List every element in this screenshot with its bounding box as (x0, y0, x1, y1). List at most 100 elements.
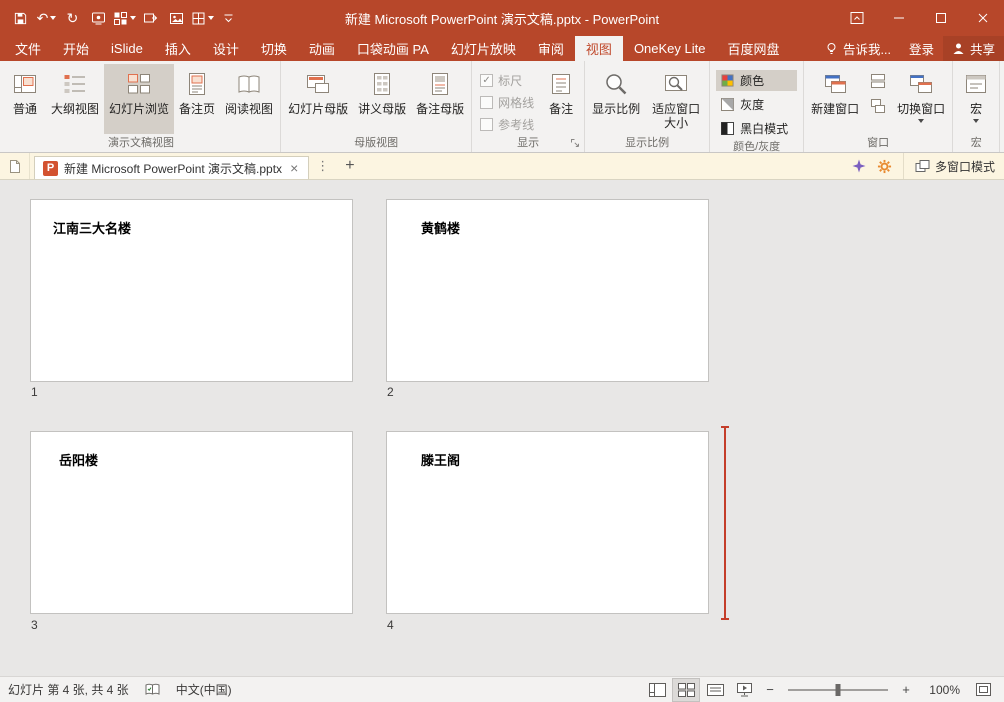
slide-title: 江南三大名楼 (53, 221, 131, 236)
slide-title: 滕王阁 (409, 450, 460, 469)
reading-view-icon (707, 683, 724, 697)
switch-windows-button[interactable]: 切换窗口 (892, 64, 950, 134)
group-label: 显示 (474, 135, 582, 152)
tab-close-button[interactable]: × (288, 160, 300, 176)
maximize-button[interactable] (920, 0, 962, 36)
new-tab-button[interactable]: + (336, 153, 363, 179)
tab-baidu-netdisk[interactable]: 百度网盘 (716, 36, 790, 61)
color-option-button[interactable]: 颜色 (716, 70, 797, 91)
gridlines-checkbox[interactable]: 网格线 (480, 94, 534, 111)
tab-transitions[interactable]: 切换 (250, 36, 298, 61)
tab-insert[interactable]: 插入 (154, 36, 202, 61)
addin-sparkle-button[interactable] (852, 159, 866, 173)
slide-show-toggle[interactable] (731, 679, 757, 701)
addin-image-button[interactable] (165, 5, 188, 31)
customize-qat-button[interactable] (217, 5, 240, 31)
slide-thumbnail-2[interactable]: 黄鹤楼 (386, 199, 709, 382)
group-color-grayscale: 颜色 灰度 黑白模式 颜色/灰度 (710, 61, 804, 152)
group-show: ✓标尺 网格线 参考线 备注 显示 (472, 61, 585, 152)
tab-onekey-lite[interactable]: OneKey Lite (623, 36, 717, 61)
switch-windows-icon (908, 69, 934, 99)
slide-thumbnail-1[interactable]: 江南三大名楼 (30, 199, 353, 382)
reading-view-button[interactable]: 阅读视图 (220, 64, 278, 134)
tab-pocket-animation[interactable]: 口袋动画 PA (346, 36, 440, 61)
button-label: 阅读视图 (225, 102, 273, 116)
tab-slide-show[interactable]: 幻灯片放映 (440, 36, 527, 61)
save-button[interactable] (9, 5, 32, 31)
multi-window-mode-button[interactable]: 多窗口模式 (903, 153, 995, 179)
macros-button[interactable]: 宏 (955, 64, 997, 134)
show-checkboxes: ✓标尺 网格线 参考线 (474, 63, 540, 135)
arrange-all-button[interactable] (867, 71, 889, 91)
language-indicator[interactable]: 中文(中国) (176, 681, 232, 698)
slide-thumbnail-3[interactable]: 岳阳楼 (30, 431, 353, 614)
macros-icon (963, 69, 989, 99)
minimize-button[interactable] (878, 0, 920, 36)
zoom-slider-thumb[interactable] (836, 684, 841, 696)
normal-view-toggle[interactable] (644, 679, 670, 701)
addin-layout-button[interactable] (191, 5, 214, 31)
button-label: 幻灯片母版 (288, 102, 348, 116)
slide-sorter-toggle[interactable] (673, 679, 699, 701)
tab-view[interactable]: 视图 (575, 36, 623, 61)
addin-grid-button[interactable] (113, 5, 136, 31)
dialog-launcher-button[interactable] (568, 136, 582, 150)
cascade-button[interactable] (867, 96, 889, 116)
zoom-slider[interactable] (788, 689, 888, 691)
undo-button[interactable]: ↶ (35, 5, 58, 31)
tab-settings-button[interactable] (877, 159, 892, 174)
fit-slide-to-window-button[interactable] (970, 679, 996, 701)
screen-record-icon (91, 11, 106, 26)
redo-button[interactable]: ↻ (61, 5, 84, 31)
fit-window-icon (976, 683, 991, 696)
option-label: 灰度 (740, 96, 764, 113)
reading-view-toggle[interactable] (702, 679, 728, 701)
zoom-button[interactable]: 显示比例 (587, 64, 645, 134)
button-label: 显示比例 (592, 102, 640, 116)
slide-number: 1 (31, 385, 38, 399)
fit-window-icon (663, 69, 689, 99)
tabbar-right: 多窗口模式 (852, 153, 1004, 179)
powerpoint-window: ↶ ↻ 新建 Microsoft PowerPoint 演示文稿.pptx - … (0, 0, 1004, 702)
new-window-button[interactable]: 新建窗口 (806, 64, 864, 134)
zoom-level[interactable]: 100% (924, 683, 960, 697)
addin-record-button[interactable] (87, 5, 110, 31)
notes-page-button[interactable]: 备注页 (174, 64, 220, 134)
handout-master-button[interactable]: 讲义母版 (353, 64, 411, 134)
slide-master-button[interactable]: 幻灯片母版 (283, 64, 353, 134)
addin-export-button[interactable] (139, 5, 162, 31)
tell-me-button[interactable]: 告诉我... (816, 36, 900, 61)
group-label: 宏 (955, 135, 997, 152)
slide-sorter-button[interactable]: 幻灯片浏览 (104, 64, 174, 134)
tab-menu-button[interactable]: ⋮ (309, 153, 336, 179)
checkbox-label: 网格线 (498, 94, 534, 111)
guides-checkbox[interactable]: 参考线 (480, 116, 534, 133)
close-button[interactable] (962, 0, 1004, 36)
document-tab[interactable]: P 新建 Microsoft PowerPoint 演示文稿.pptx × (34, 156, 309, 179)
ruler-checkbox[interactable]: ✓标尺 (480, 72, 534, 89)
tab-animations[interactable]: 动画 (298, 36, 346, 61)
sign-in-button[interactable]: 登录 (900, 36, 943, 61)
notes-button[interactable]: 备注 (540, 64, 582, 134)
tab-islide[interactable]: iSlide (100, 36, 154, 61)
outline-view-button[interactable]: 大纲视图 (46, 64, 104, 134)
tab-home[interactable]: 开始 (52, 36, 100, 61)
zoom-in-button[interactable]: + (896, 682, 916, 697)
slide-thumbnail-4[interactable]: 滕王阁 (386, 431, 709, 614)
slide-show-icon (736, 683, 753, 697)
normal-view-button[interactable]: 普通 (4, 64, 46, 134)
tab-review[interactable]: 审阅 (527, 36, 575, 61)
notes-master-button[interactable]: 备注母版 (411, 64, 469, 134)
tab-list-button[interactable] (0, 153, 30, 179)
notes-page-icon (184, 69, 210, 99)
ribbon-display-options-button[interactable] (836, 0, 878, 36)
proofing-button[interactable] (145, 683, 160, 696)
share-button[interactable]: 共享 (943, 36, 1004, 61)
button-label: 宏 (970, 102, 982, 116)
tab-file[interactable]: 文件 (4, 36, 52, 61)
black-white-option-button[interactable]: 黑白模式 (716, 118, 797, 139)
tab-design[interactable]: 设计 (202, 36, 250, 61)
fit-to-window-button[interactable]: 适应窗口大小 (645, 64, 707, 134)
zoom-out-button[interactable]: − (760, 682, 780, 697)
grayscale-option-button[interactable]: 灰度 (716, 94, 797, 115)
